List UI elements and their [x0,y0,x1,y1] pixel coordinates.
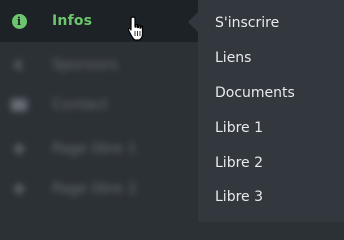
sidebar-item-label: Contact [52,97,108,113]
sidebar: i Infos Sponsors Contact Page libre 1 Pa… [0,0,198,222]
pin-icon [11,181,27,197]
submenu-item-libre-2[interactable]: Libre 2 [215,155,263,171]
submenu-item-liens[interactable]: Liens [215,50,251,66]
submenu: S'inscrire Liens Documents Libre 1 Libre… [198,0,344,222]
sidebar-item-page-libre-2[interactable]: Page libre 2 [0,172,198,206]
info-icon: i [11,13,27,29]
sidebar-item-contact[interactable]: Contact [0,88,198,122]
sidebar-item-label: Page libre 1 [52,141,137,157]
submenu-item-libre-3[interactable]: Libre 3 [215,189,263,205]
sidebar-item-label: Page libre 2 [52,181,137,197]
hand-pointer-icon [127,16,144,41]
sidebar-item-sponsors[interactable]: Sponsors [0,48,198,82]
submenu-item-sinscrire[interactable]: S'inscrire [215,15,279,31]
sidebar-item-label: Infos [52,13,93,29]
sidebar-item-page-libre-1[interactable]: Page libre 1 [0,132,198,166]
submenu-item-libre-1[interactable]: Libre 1 [215,120,263,136]
back-arrow-icon [11,57,27,73]
sidebar-item-infos[interactable]: i Infos [0,0,198,42]
pin-icon [11,141,27,157]
sidebar-item-label: Sponsors [52,57,118,73]
submenu-item-documents[interactable]: Documents [215,85,295,101]
card-icon [11,97,27,113]
submenu-pointer [188,12,198,32]
